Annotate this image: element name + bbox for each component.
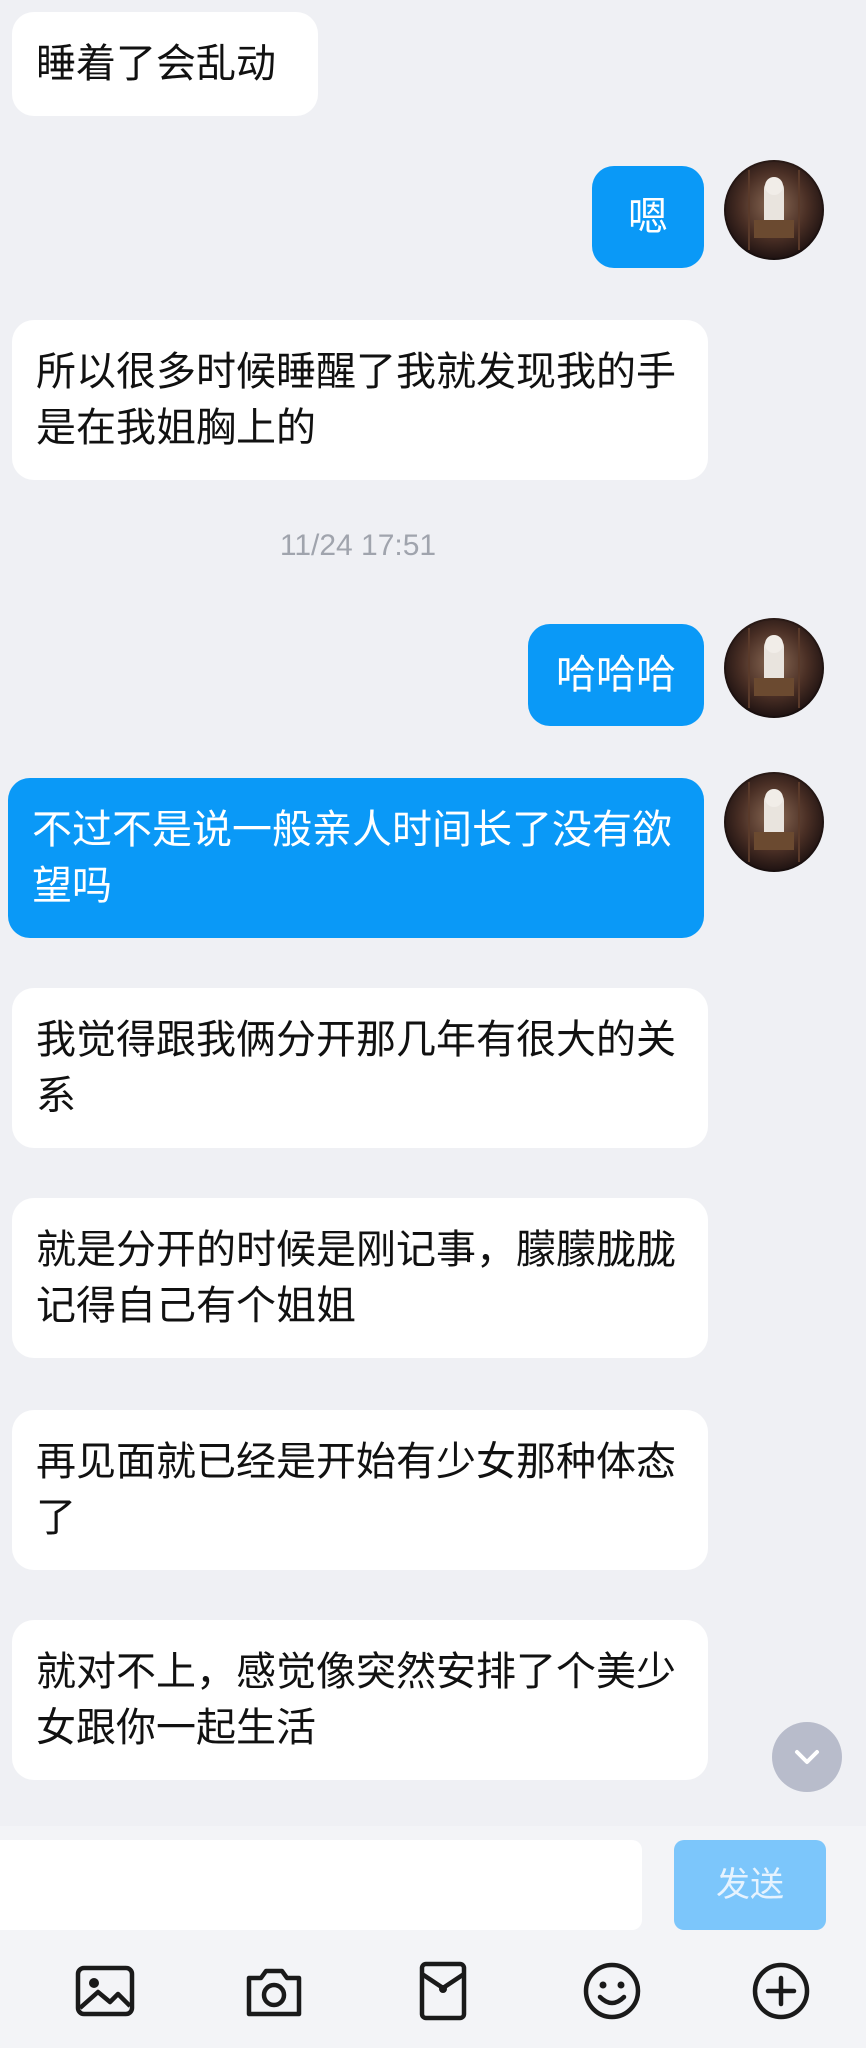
send-button[interactable]: 发送 (674, 1840, 826, 1930)
image-icon (75, 1965, 135, 2017)
message-incoming[interactable]: 就对不上，感觉像突然安排了个美少女跟你一起生活 (12, 1620, 708, 1780)
user-avatar[interactable] (724, 160, 824, 260)
user-avatar[interactable] (724, 618, 824, 718)
camera-button[interactable] (241, 1958, 307, 2024)
avatar-image-icon (748, 782, 800, 862)
avatar-image-icon (748, 628, 800, 708)
emoji-icon (583, 1962, 641, 2020)
message-incoming[interactable]: 我觉得跟我俩分开那几年有很大的关系 (12, 988, 708, 1148)
user-avatar[interactable] (724, 772, 824, 872)
message-input[interactable] (0, 1840, 642, 1930)
message-outgoing[interactable]: 不过不是说一般亲人时间长了没有欲望吗 (8, 778, 704, 938)
emoji-button[interactable] (579, 1958, 645, 2024)
message-timestamp: 11/24 17:51 (279, 529, 437, 562)
message-outgoing[interactable]: 哈哈哈 (528, 624, 704, 726)
input-bar: 发送 (0, 1826, 866, 1936)
red-packet-icon (419, 1961, 467, 2021)
red-packet-button[interactable] (410, 1958, 476, 2024)
camera-icon (246, 1968, 302, 2017)
scroll-to-bottom-button[interactable] (772, 1722, 842, 1792)
chevron-down-icon (795, 1750, 819, 1764)
message-incoming[interactable]: 睡着了会乱动 (12, 12, 318, 116)
image-button[interactable] (72, 1958, 138, 2024)
plus-icon (752, 1962, 810, 2020)
message-incoming[interactable]: 再见面就已经是开始有少女那种体态了 (12, 1410, 708, 1570)
chat-area[interactable]: 睡着了会乱动 嗯 所以很多时候睡醒了我就发现我的手是在我姐胸上的 11/24 1… (0, 0, 866, 1826)
bottom-toolbar (0, 1936, 866, 2048)
avatar-image-icon (748, 170, 800, 250)
message-incoming[interactable]: 所以很多时候睡醒了我就发现我的手是在我姐胸上的 (12, 320, 708, 480)
message-outgoing[interactable]: 嗯 (592, 166, 704, 268)
more-button[interactable] (748, 1958, 814, 2024)
message-incoming[interactable]: 就是分开的时候是刚记事，朦朦胧胧记得自己有个姐姐 (12, 1198, 708, 1358)
